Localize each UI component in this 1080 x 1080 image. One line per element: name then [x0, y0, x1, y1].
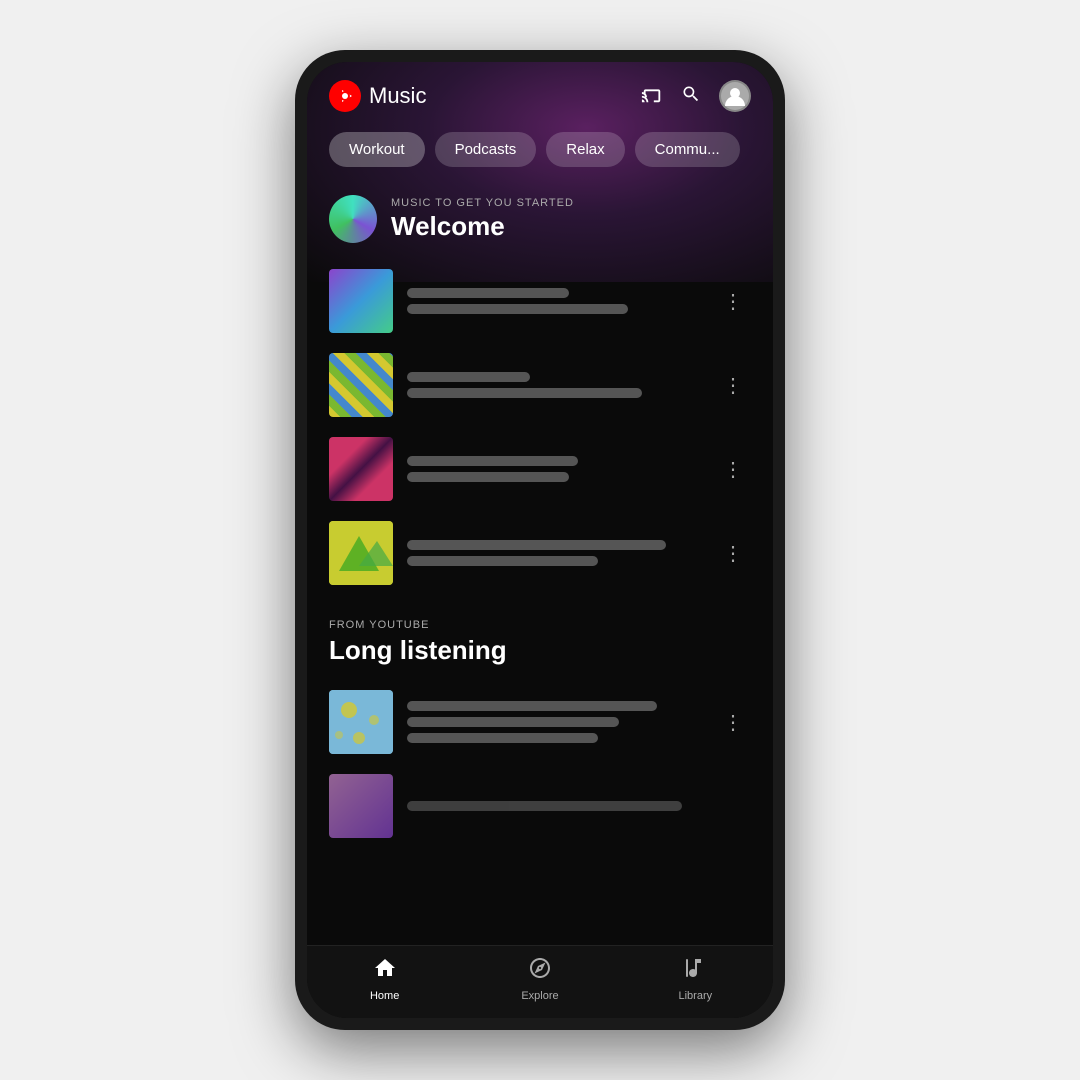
search-icon[interactable] — [681, 84, 701, 109]
library-icon — [683, 956, 707, 986]
track-info — [407, 540, 701, 566]
welcome-title-block: MUSIC TO GET YOU STARTED Welcome — [391, 197, 574, 242]
track-artist-line — [407, 472, 569, 482]
nav-explore-label: Explore — [521, 990, 558, 1002]
section-welcome-header: MUSIC TO GET YOU STARTED Welcome — [329, 195, 751, 243]
track-thumbnail — [329, 437, 393, 501]
track-thumbnail — [329, 353, 393, 417]
track-item[interactable]: ⋮ — [329, 511, 751, 595]
section-welcome: MUSIC TO GET YOU STARTED Welcome ⋮ — [307, 179, 773, 603]
track-info — [407, 372, 701, 398]
track-title-line — [407, 701, 657, 711]
welcome-subtitle: MUSIC TO GET YOU STARTED — [391, 197, 574, 209]
top-bar: Music — [307, 62, 773, 124]
phone-screen: Music — [307, 62, 773, 1018]
top-icons — [641, 80, 751, 112]
track-title-line — [407, 540, 666, 550]
nav-home-label: Home — [370, 990, 399, 1002]
phone-frame: Music — [295, 50, 785, 1030]
track-item[interactable] — [329, 764, 751, 848]
tab-community[interactable]: Commu... — [635, 132, 740, 167]
track-artist-line — [407, 388, 642, 398]
track-thumbnail — [329, 690, 393, 754]
bottom-nav: Home Explore Library — [307, 945, 773, 1018]
track-info — [407, 288, 701, 314]
tab-podcasts[interactable]: Podcasts — [435, 132, 537, 167]
long-listening-title: Long listening — [329, 635, 751, 666]
yt-music-logo-icon — [329, 80, 361, 112]
track-title-line — [407, 372, 530, 382]
content-scroll[interactable]: MUSIC TO GET YOU STARTED Welcome ⋮ — [307, 179, 773, 945]
track-menu-button[interactable]: ⋮ — [715, 281, 751, 322]
track-title-line — [407, 288, 569, 298]
nav-home[interactable]: Home — [350, 956, 420, 1002]
track-menu-button[interactable]: ⋮ — [715, 449, 751, 490]
track-info — [407, 701, 701, 743]
long-listening-subtitle: FROM YOUTUBE — [329, 619, 751, 631]
track-item[interactable]: ⋮ — [329, 343, 751, 427]
track-thumbnail — [329, 521, 393, 585]
track-artist-line — [407, 304, 628, 314]
track-menu-button[interactable]: ⋮ — [715, 533, 751, 574]
app-name: Music — [369, 83, 426, 109]
welcome-title: Welcome — [391, 211, 574, 242]
track-info — [407, 801, 751, 811]
nav-library-label: Library — [679, 990, 713, 1002]
track-item[interactable]: ⋮ — [329, 259, 751, 343]
logo-area: Music — [329, 80, 426, 112]
track-menu-button[interactable]: ⋮ — [715, 365, 751, 406]
track-thumbnail — [329, 269, 393, 333]
explore-icon — [528, 956, 552, 986]
track-info — [407, 456, 701, 482]
nav-library[interactable]: Library — [660, 956, 730, 1002]
track-thumbnail — [329, 774, 393, 838]
user-avatar[interactable] — [719, 80, 751, 112]
track-artist-line — [407, 717, 619, 727]
welcome-section-icon — [329, 195, 377, 243]
section-long-listening: FROM YOUTUBE Long listening — [307, 603, 773, 856]
track-menu-button[interactable]: ⋮ — [715, 702, 751, 743]
track-item[interactable]: ⋮ — [329, 680, 751, 764]
nav-explore[interactable]: Explore — [505, 956, 575, 1002]
track-title-line — [407, 801, 682, 811]
tab-workout[interactable]: Workout — [329, 132, 425, 167]
track-extra-line — [407, 733, 598, 743]
track-title-line — [407, 456, 578, 466]
track-item[interactable]: ⋮ — [329, 427, 751, 511]
category-tabs: Workout Podcasts Relax Commu... — [307, 124, 773, 179]
track-artist-line — [407, 556, 598, 566]
home-icon — [373, 956, 397, 986]
cast-icon[interactable] — [641, 83, 663, 110]
tab-relax[interactable]: Relax — [546, 132, 624, 167]
